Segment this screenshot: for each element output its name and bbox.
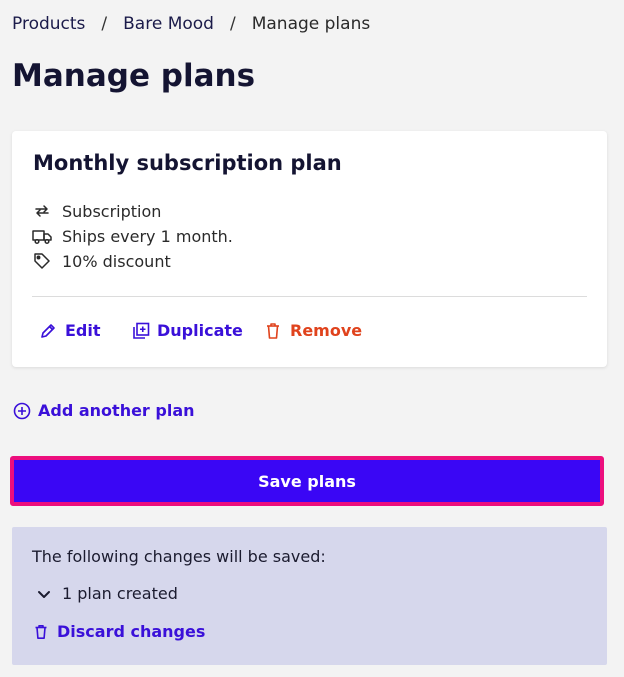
- plus-circle-icon: [13, 402, 31, 420]
- changes-heading: The following changes will be saved:: [32, 547, 326, 566]
- add-another-plan-button[interactable]: Add another plan: [13, 401, 195, 420]
- tag-icon: [32, 251, 52, 271]
- breadcrumb-current: Manage plans: [251, 14, 371, 34]
- plan-card: Monthly subscription plan Subscription S…: [12, 131, 607, 367]
- discard-changes-label: Discard changes: [57, 622, 206, 641]
- breadcrumb-separator: /: [101, 14, 108, 34]
- duplicate-icon: [132, 322, 150, 340]
- remove-label: Remove: [290, 321, 363, 340]
- shipping-detail: Ships every 1 month.: [32, 226, 233, 246]
- chevron-down-icon: [36, 586, 52, 602]
- changes-item-toggle[interactable]: 1 plan created: [36, 584, 178, 603]
- pending-changes-panel: The following changes will be saved: 1 p…: [12, 527, 607, 665]
- breadcrumb-product-link[interactable]: Bare Mood: [123, 14, 214, 34]
- edit-label: Edit: [65, 321, 101, 340]
- breadcrumb: Products / Bare Mood / Manage plans: [12, 12, 370, 36]
- pencil-icon: [40, 322, 58, 340]
- discount-detail: 10% discount: [32, 251, 171, 271]
- shipping-text: Ships every 1 month.: [62, 226, 233, 246]
- discount-text: 10% discount: [62, 251, 171, 271]
- plan-title: Monthly subscription plan: [33, 151, 342, 175]
- duplicate-label: Duplicate: [157, 321, 243, 340]
- duplicate-button[interactable]: Duplicate: [132, 321, 243, 340]
- breadcrumb-separator: /: [229, 14, 236, 34]
- add-another-plan-label: Add another plan: [38, 401, 195, 420]
- truck-icon: [32, 226, 52, 246]
- trash-icon: [265, 322, 283, 340]
- edit-button[interactable]: Edit: [40, 321, 101, 340]
- repeat-icon: [32, 201, 52, 221]
- plan-type-detail: Subscription: [32, 201, 161, 221]
- changes-item-text: 1 plan created: [62, 584, 178, 603]
- breadcrumb-products-link[interactable]: Products: [12, 14, 85, 34]
- trash-icon: [34, 624, 50, 640]
- remove-button[interactable]: Remove: [265, 321, 362, 340]
- card-divider: [32, 296, 587, 297]
- save-plans-button[interactable]: Save plans: [10, 456, 604, 506]
- page-title: Manage plans: [12, 58, 256, 94]
- discard-changes-button[interactable]: Discard changes: [34, 622, 205, 641]
- plan-type-text: Subscription: [62, 201, 162, 221]
